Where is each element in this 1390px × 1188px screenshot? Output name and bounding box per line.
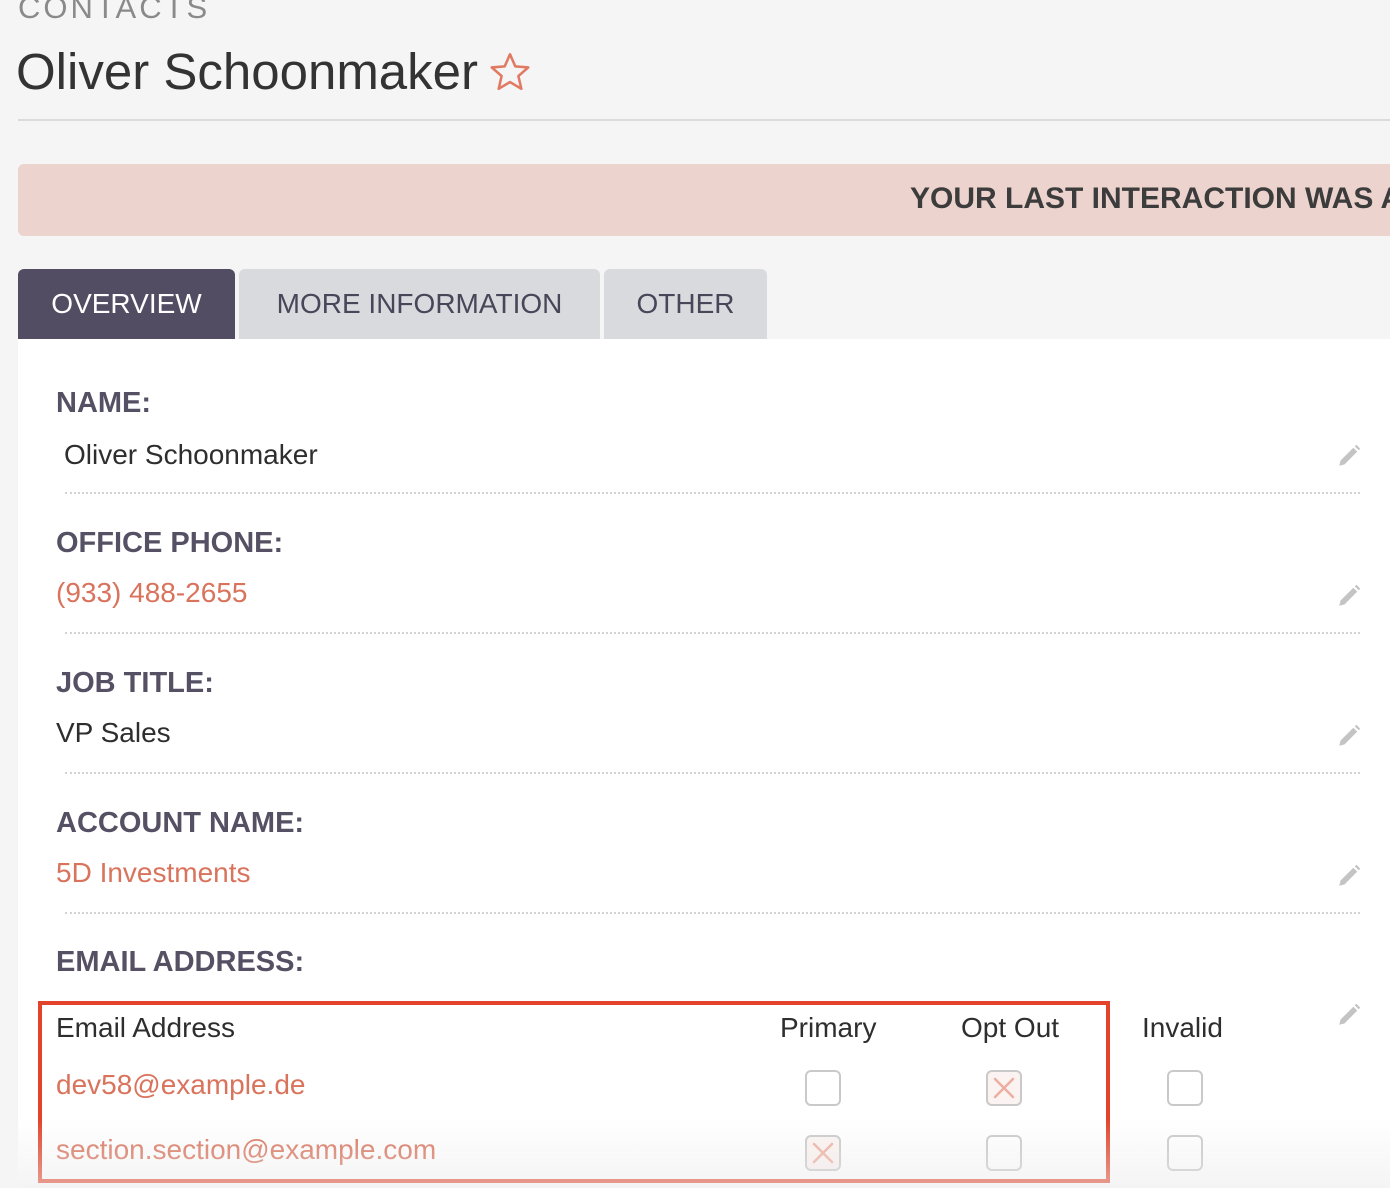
primary-checkbox[interactable] [805, 1135, 841, 1171]
edit-account-pencil-icon[interactable] [1336, 863, 1362, 889]
module-name: CONTACTS [18, 0, 211, 25]
account-name-link[interactable]: 5D Investments [56, 857, 251, 889]
email-address-link[interactable]: dev58@example.de [56, 1069, 305, 1101]
invalid-checkbox[interactable] [1167, 1070, 1203, 1106]
job-title-label: JOB TITLE: [56, 667, 214, 699]
job-title-value: VP Sales [56, 717, 171, 748]
checkbox-x-icon [993, 1077, 1015, 1099]
edit-phone-pencil-icon[interactable] [1336, 583, 1362, 609]
field-divider [65, 632, 1360, 634]
edit-job-title-pencil-icon[interactable] [1336, 723, 1362, 749]
checkbox-x-icon [812, 1142, 834, 1164]
opt-out-checkbox[interactable] [986, 1070, 1022, 1106]
email-address-label: EMAIL ADDRESS: [56, 946, 305, 978]
tab-more-information[interactable]: MORE INFORMATION [239, 269, 600, 339]
email-col-header-primary: Primary [780, 1012, 877, 1043]
field-divider [65, 772, 1360, 774]
edit-name-pencil-icon[interactable] [1336, 443, 1362, 469]
invalid-checkbox[interactable] [1167, 1135, 1203, 1171]
opt-out-checkbox[interactable] [986, 1135, 1022, 1171]
field-divider [65, 912, 1360, 914]
email-col-header-invalid: Invalid [1142, 1012, 1223, 1043]
tab-overview[interactable]: OVERVIEW [18, 269, 235, 339]
overview-panel: NAME: Oliver Schoonmaker OFFICE PHONE: (… [18, 339, 1390, 1188]
title-divider [18, 119, 1390, 121]
name-value: Oliver Schoonmaker [64, 439, 318, 470]
primary-checkbox[interactable] [805, 1070, 841, 1106]
office-phone-link[interactable]: (933) 488-2655 [56, 577, 247, 609]
favorite-star-icon[interactable] [488, 51, 532, 93]
edit-email-pencil-icon[interactable] [1336, 1002, 1362, 1028]
email-address-link[interactable]: section.section@example.com [56, 1134, 436, 1166]
account-name-label: ACCOUNT NAME: [56, 807, 305, 839]
office-phone-label: OFFICE PHONE: [56, 527, 284, 559]
last-interaction-banner: YOUR LAST INTERACTION WAS A [18, 164, 1390, 236]
record-title-text: Oliver Schoonmaker [16, 43, 479, 100]
email-col-header-address: Email Address [56, 1012, 235, 1043]
email-col-header-opt-out: Opt Out [961, 1012, 1060, 1043]
banner-text: YOUR LAST INTERACTION WAS A [910, 182, 1390, 215]
field-divider [65, 492, 1360, 494]
name-label: NAME: [56, 387, 152, 419]
tab-other[interactable]: OTHER [604, 269, 767, 339]
page-title: Oliver Schoonmaker [16, 42, 532, 102]
